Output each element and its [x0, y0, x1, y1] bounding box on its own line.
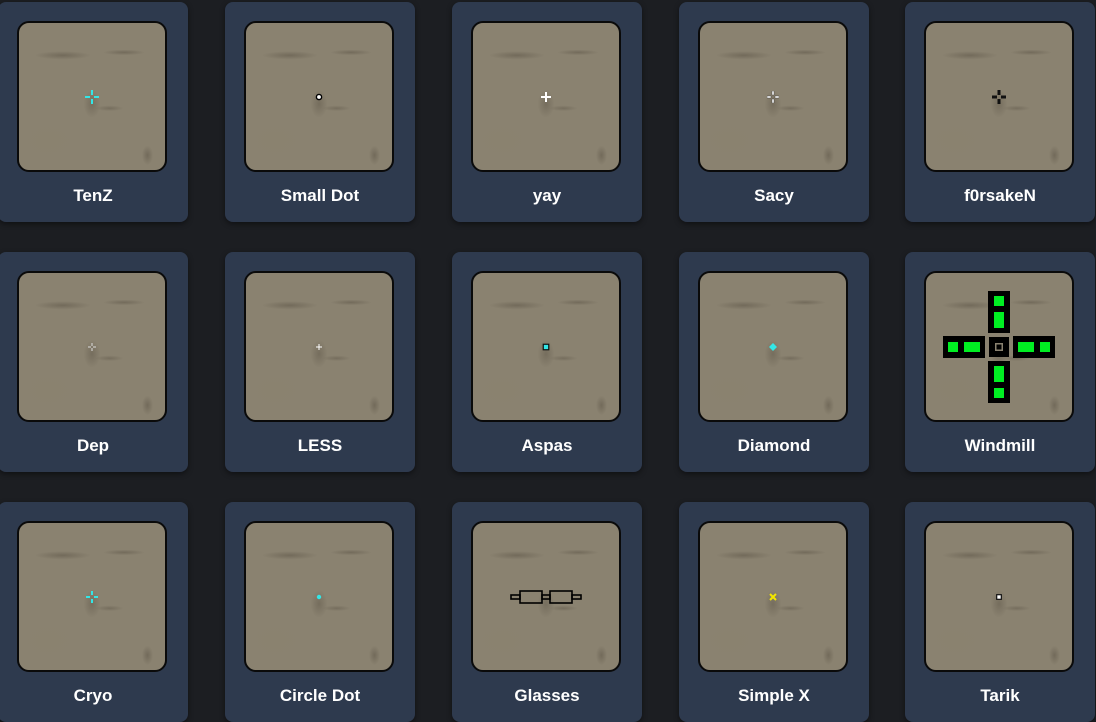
crosshair-card-yay[interactable]: yay — [452, 2, 642, 222]
cyan-gap-plus-crosshair-icon — [86, 590, 98, 603]
cyan-square-dot-icon — [542, 343, 550, 350]
cyan-diamond-dot-icon — [769, 342, 777, 351]
crosshair-name: Cryo — [73, 686, 113, 705]
black-plus-crosshair-icon — [992, 89, 1006, 104]
crosshair-card-aspas[interactable]: Aspas — [452, 252, 642, 472]
crosshair-card-cryo[interactable]: Cryo — [0, 502, 188, 722]
crosshair-preview — [698, 271, 848, 422]
crosshair-card-glasses[interactable]: Glasses — [452, 502, 642, 722]
crosshair-card-sacy[interactable]: Sacy — [679, 2, 869, 222]
crosshair-preview — [471, 21, 621, 172]
crosshair-name: Windmill — [964, 436, 1036, 455]
crosshair-card-tarik[interactable]: Tarik — [905, 502, 1095, 722]
crosshair-card-circle-dot[interactable]: Circle Dot — [225, 502, 415, 722]
crosshair-card-less[interactable]: LESS — [225, 252, 415, 472]
crosshair-name: yay — [532, 186, 562, 205]
crosshair-name: Dep — [76, 436, 110, 455]
crosshair-preview — [471, 271, 621, 422]
crosshair-preview — [17, 521, 167, 672]
crosshair-name: Simple X — [738, 686, 810, 705]
crosshair-name: Circle Dot — [279, 686, 361, 705]
tiny-gray-plus-crosshair-icon — [88, 342, 96, 351]
yellow-x-crosshair-icon — [769, 592, 777, 601]
crosshair-preview — [924, 21, 1074, 172]
crosshair-card-tenz[interactable]: TenZ — [0, 2, 188, 222]
crosshair-name: Aspas — [521, 436, 573, 455]
crosshair-name: f0rsakeN — [964, 186, 1036, 205]
crosshair-name: Small Dot — [280, 186, 360, 205]
crosshair-preview — [698, 21, 848, 172]
crosshair-name: TenZ — [73, 186, 113, 205]
tiny-white-plus-crosshair-icon — [316, 343, 322, 350]
cyan-plus-crosshair-icon — [85, 89, 99, 104]
crosshair-card-dep[interactable]: Dep — [0, 252, 188, 472]
crosshair-preview — [471, 521, 621, 672]
crosshair-name: Glasses — [514, 686, 580, 705]
crosshair-preview — [924, 521, 1074, 672]
crosshair-card-simple-x[interactable]: Simple X — [679, 502, 869, 722]
small-circle-dot-icon — [315, 93, 323, 100]
crosshair-preview — [924, 271, 1074, 422]
crosshair-name: Sacy — [754, 186, 794, 205]
crosshair-preview — [244, 271, 394, 422]
crosshair-name: LESS — [297, 436, 343, 455]
white-gap-plus-crosshair-icon — [767, 90, 779, 103]
crosshair-preview — [17, 271, 167, 422]
crosshair-card-small-dot[interactable]: Small Dot — [225, 2, 415, 222]
crosshair-name: Tarik — [980, 686, 1020, 705]
glasses-crosshair-icon — [510, 589, 582, 604]
crosshair-preview — [17, 21, 167, 172]
crosshair-card-diamond[interactable]: Diamond — [679, 252, 869, 472]
green-windmill-crosshair-icon — [943, 290, 1055, 403]
crosshair-preview — [244, 521, 394, 672]
crosshair-name: Diamond — [737, 436, 811, 455]
cyan-dot-icon — [316, 594, 322, 599]
white-plus-crosshair-icon — [541, 91, 551, 102]
white-square-dot-icon — [996, 593, 1002, 600]
crosshair-preview — [698, 521, 848, 672]
crosshair-card-forsaken[interactable]: f0rsakeN — [905, 2, 1095, 222]
crosshair-preview — [244, 21, 394, 172]
crosshair-card-windmill[interactable]: Windmill — [905, 252, 1095, 472]
